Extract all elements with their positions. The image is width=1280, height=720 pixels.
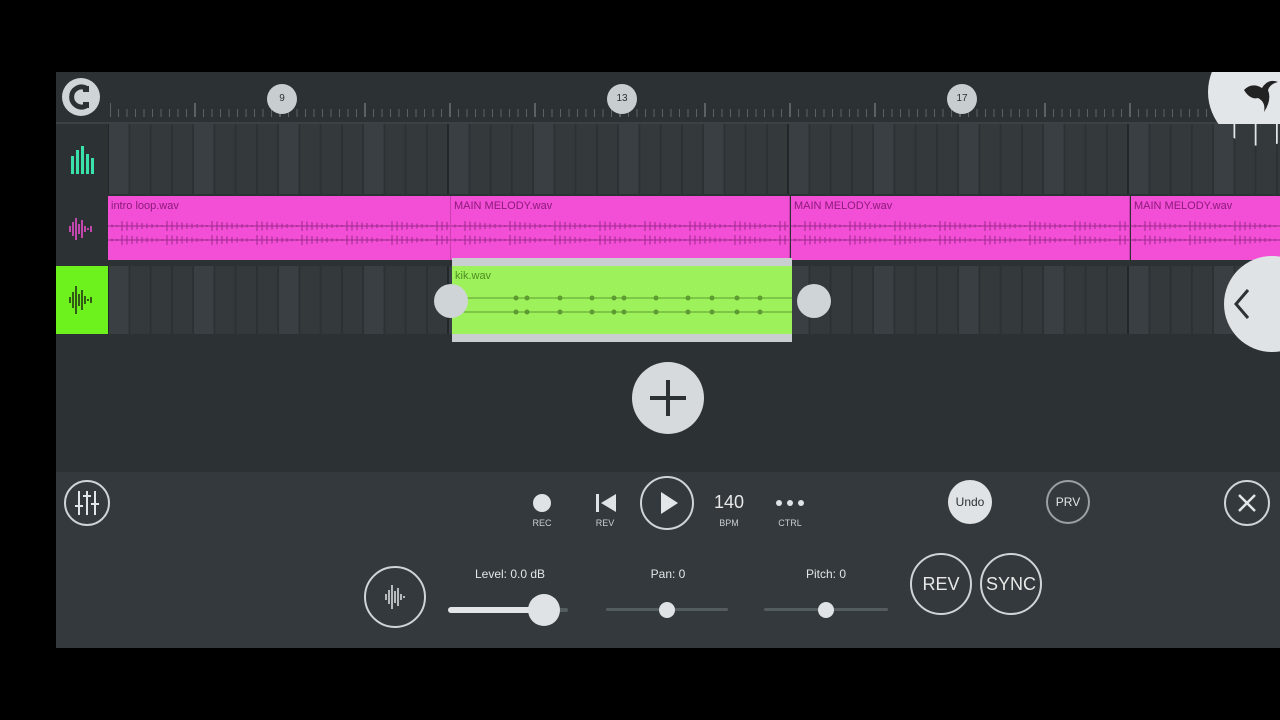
snap-magnet-button[interactable] [62, 78, 100, 116]
pattern-icon [71, 146, 94, 174]
clip-label: MAIN MELODY.wav [794, 200, 893, 212]
pitch-knob[interactable] [818, 602, 834, 618]
timeline-ruler[interactable]: 9 13 17 [56, 72, 1280, 146]
clip-waveform [452, 295, 792, 315]
transport-panel: REC REV 140 BPM CTRL Undo PRV Level: 0.0… [56, 472, 1280, 648]
playlist-window: 9 13 17 intro loop.wav MAIN MELODY.wav M… [56, 72, 1280, 648]
level-label: Level: 0.0 dB [474, 567, 546, 581]
bar-marker-17[interactable]: 17 [947, 84, 977, 114]
reverse-button[interactable]: REV [910, 553, 972, 615]
rewind-label: REV [595, 518, 615, 528]
sync-button[interactable]: SYNC [980, 553, 1042, 615]
close-icon [1238, 494, 1256, 512]
audio-track-icon-2[interactable] [56, 266, 108, 334]
pan-slider[interactable] [606, 592, 728, 628]
pattern-track-icon[interactable] [56, 124, 108, 194]
pitch-label: Pitch: 0 [805, 567, 847, 581]
add-track-button[interactable] [632, 362, 704, 434]
bar-marker-9[interactable]: 9 [267, 84, 297, 114]
audio-clip[interactable]: intro loop.wav [108, 196, 451, 260]
level-slider[interactable] [448, 592, 568, 628]
pan-label: Pan: 0 [650, 567, 686, 581]
play-icon [661, 492, 678, 514]
audio-clip[interactable]: MAIN MELODY.wav [1131, 196, 1280, 260]
selected-clip-frame[interactable]: kik.wav [452, 258, 792, 342]
close-button[interactable] [1224, 480, 1270, 526]
audio-clip[interactable]: MAIN MELODY.wav [791, 196, 1130, 260]
bpm-label: BPM [719, 518, 739, 528]
channel-sample-button[interactable] [364, 566, 426, 628]
clip-label: kik.wav [455, 270, 492, 282]
ctrl-label: CTRL [778, 518, 802, 528]
mixer-button[interactable] [64, 480, 110, 526]
preview-button[interactable]: PRV [1046, 480, 1090, 524]
pan-knob[interactable] [659, 602, 675, 618]
record-button[interactable] [533, 494, 551, 512]
record-label: REC [532, 518, 552, 528]
ctrl-button[interactable] [774, 496, 806, 508]
side-panel-toggle[interactable] [1224, 256, 1280, 352]
audio-clip[interactable]: MAIN MELODY.wav [451, 196, 790, 260]
waveform-icon [385, 585, 405, 609]
clip-label: MAIN MELODY.wav [1134, 200, 1233, 212]
clip-label: MAIN MELODY.wav [454, 200, 553, 212]
chevron-left-icon [1234, 289, 1250, 319]
level-knob[interactable] [528, 594, 560, 626]
clip-end-handle[interactable] [797, 284, 831, 318]
audio-lane-1[interactable]: intro loop.wav MAIN MELODY.wav MAIN MELO… [108, 196, 1280, 264]
waveform-icon [69, 218, 92, 240]
skip-back-icon [596, 494, 616, 512]
waveform-icon [69, 286, 92, 314]
pitch-slider[interactable] [764, 592, 888, 628]
mixer-icon [75, 491, 99, 515]
rewind-button[interactable] [594, 492, 618, 514]
clip-label: intro loop.wav [111, 200, 179, 212]
play-button[interactable] [640, 476, 694, 530]
undo-button[interactable]: Undo [948, 480, 992, 524]
magnet-icon [69, 84, 89, 110]
bpm-value[interactable]: 140 [704, 492, 754, 513]
pattern-lane-grid[interactable] [108, 124, 1280, 194]
more-dots-icon [776, 500, 804, 506]
audio-clip-kik[interactable]: kik.wav [452, 266, 792, 334]
plus-icon [650, 380, 686, 416]
audio-track-icon-1[interactable] [56, 196, 108, 262]
bar-marker-13[interactable]: 13 [607, 84, 637, 114]
level-fill [448, 607, 536, 613]
clip-start-handle[interactable] [434, 284, 468, 318]
